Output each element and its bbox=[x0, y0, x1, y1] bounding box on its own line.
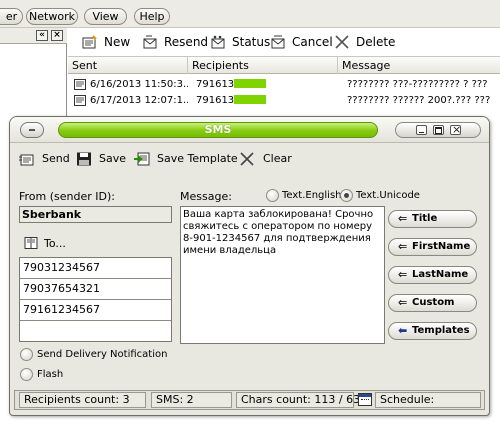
status-icon bbox=[211, 35, 225, 49]
new-button[interactable]: New bbox=[82, 34, 132, 50]
from-label: From (sender ID): bbox=[19, 190, 115, 203]
insert-lastname-button[interactable]: ⇐ LastName bbox=[388, 266, 477, 284]
cancel-icon bbox=[271, 35, 285, 49]
maximize-button[interactable] bbox=[433, 125, 444, 135]
recipient-entry-empty[interactable] bbox=[20, 321, 171, 342]
cell-recipient: 791613 bbox=[196, 77, 338, 93]
recipient-entry[interactable]: 79031234567 bbox=[20, 258, 171, 279]
arrow-left-icon: ⬅ bbox=[398, 324, 408, 337]
send-icon bbox=[19, 154, 34, 166]
menu-item-network[interactable]: Network bbox=[26, 8, 78, 25]
sender-id-field[interactable]: Sberbank bbox=[19, 206, 172, 223]
resend-icon bbox=[143, 35, 157, 49]
recipient-redaction bbox=[234, 79, 267, 88]
menu-item-help[interactable]: Help bbox=[134, 8, 170, 25]
radio-text-english-label: Text.English bbox=[282, 190, 342, 201]
radio-text-unicode[interactable] bbox=[340, 189, 353, 202]
arrow-left-icon: ⇐ bbox=[398, 212, 408, 225]
window-controls bbox=[395, 122, 481, 138]
system-menu-button[interactable] bbox=[20, 122, 44, 138]
dialog-titlebar: SMS bbox=[10, 117, 489, 143]
message-textarea[interactable]: Ваша карта заблокирована! Срочно свяжите… bbox=[180, 206, 385, 344]
floppy-icon bbox=[77, 152, 91, 166]
menu-item-view[interactable]: View bbox=[84, 8, 127, 25]
menu-item-partial[interactable]: er bbox=[0, 8, 23, 25]
message-icon bbox=[74, 95, 86, 106]
column-message[interactable]: Message bbox=[338, 57, 500, 74]
cell-recipient: 791613 bbox=[196, 93, 338, 109]
cell-message: ???????? ???-????????? ? ??? bbox=[347, 79, 488, 90]
radio-text-unicode-label: Text.Unicode bbox=[356, 190, 420, 201]
radio-text-english[interactable] bbox=[266, 189, 279, 202]
insert-title-button[interactable]: ⇐ Title bbox=[388, 210, 477, 228]
cell-sent: 6/16/2013 11:50:3... bbox=[90, 79, 188, 90]
column-sent[interactable]: Sent bbox=[68, 57, 188, 74]
resend-button[interactable]: Resend bbox=[142, 34, 208, 50]
send-button[interactable]: Send bbox=[19, 150, 75, 168]
close-pane-button[interactable]: × bbox=[51, 30, 63, 41]
save-button[interactable]: Save bbox=[76, 150, 128, 168]
collapse-pane-button[interactable]: « bbox=[36, 30, 48, 41]
status-button[interactable]: Status bbox=[210, 34, 270, 50]
cell-sent: 6/17/2013 12:07:1... bbox=[90, 95, 188, 106]
delete-button[interactable]: Delete bbox=[334, 34, 395, 50]
dialog-toolbar: Send Save Save Template Clear bbox=[13, 147, 486, 173]
sms-dialog: SMS Send Save Save Template Clear From (… bbox=[9, 116, 490, 416]
insert-custom-button[interactable]: ⇐ Custom bbox=[388, 294, 477, 312]
table-row[interactable]: 6/17/2013 12:07:1... 791613 ???????? ???… bbox=[68, 93, 500, 109]
close-button[interactable] bbox=[450, 123, 461, 136]
send-delivery-notification-toggle[interactable] bbox=[20, 348, 33, 361]
clear-icon bbox=[240, 152, 254, 166]
insert-firstname-button[interactable]: ⇐ FirstName bbox=[388, 238, 477, 256]
cancel-button[interactable]: Cancel bbox=[270, 34, 333, 50]
save-template-icon bbox=[134, 152, 150, 166]
dialog-title: SMS bbox=[58, 122, 378, 138]
recipient-redaction bbox=[234, 95, 267, 104]
flash-label: Flash bbox=[37, 369, 64, 380]
send-delivery-notification-label: Send Delivery Notification bbox=[37, 349, 168, 360]
recipient-entry[interactable]: 79161234567 bbox=[20, 300, 171, 321]
chars-count: Chars count: 113 / 63 bbox=[236, 392, 360, 408]
menu-bar: er Network View Help bbox=[0, 0, 500, 28]
minimize-button[interactable] bbox=[416, 125, 427, 135]
new-icon bbox=[82, 35, 97, 49]
arrow-left-icon: ⇐ bbox=[398, 296, 408, 309]
left-pane-header: « × bbox=[0, 28, 67, 44]
address-book-icon bbox=[24, 237, 38, 249]
sms-count: SMS: 2 bbox=[151, 392, 232, 408]
main-toolbar: New Resend Status Cancel Delete bbox=[68, 28, 500, 56]
templates-button[interactable]: ⬅ Templates bbox=[388, 322, 477, 340]
recipients-count: Recipients count: 3 bbox=[19, 392, 146, 408]
messages-grid-header: Sent Recipients Message bbox=[68, 56, 500, 74]
cell-message: ???????? ?????? 200?.??? ??? bbox=[347, 95, 491, 106]
recipients-list[interactable]: 79031234567 79037654321 79161234567 bbox=[19, 257, 172, 342]
status-bar: Recipients count: 3 SMS: 2 Chars count: … bbox=[14, 390, 485, 410]
delete-icon bbox=[335, 35, 349, 49]
message-label: Message: bbox=[180, 190, 232, 203]
column-recipients[interactable]: Recipients bbox=[188, 57, 338, 74]
calendar-icon[interactable] bbox=[358, 393, 372, 406]
recipient-entry[interactable]: 79037654321 bbox=[20, 279, 171, 300]
schedule-field[interactable]: Schedule: bbox=[375, 392, 481, 408]
arrow-left-icon: ⇐ bbox=[398, 268, 408, 281]
table-row[interactable]: 6/16/2013 11:50:3... 791613 ???????? ???… bbox=[68, 77, 500, 93]
save-template-button[interactable]: Save Template bbox=[134, 150, 238, 168]
arrow-left-icon: ⇐ bbox=[398, 240, 408, 253]
flash-toggle[interactable] bbox=[20, 368, 33, 381]
clear-button[interactable]: Clear bbox=[239, 150, 293, 168]
message-icon bbox=[74, 79, 86, 90]
